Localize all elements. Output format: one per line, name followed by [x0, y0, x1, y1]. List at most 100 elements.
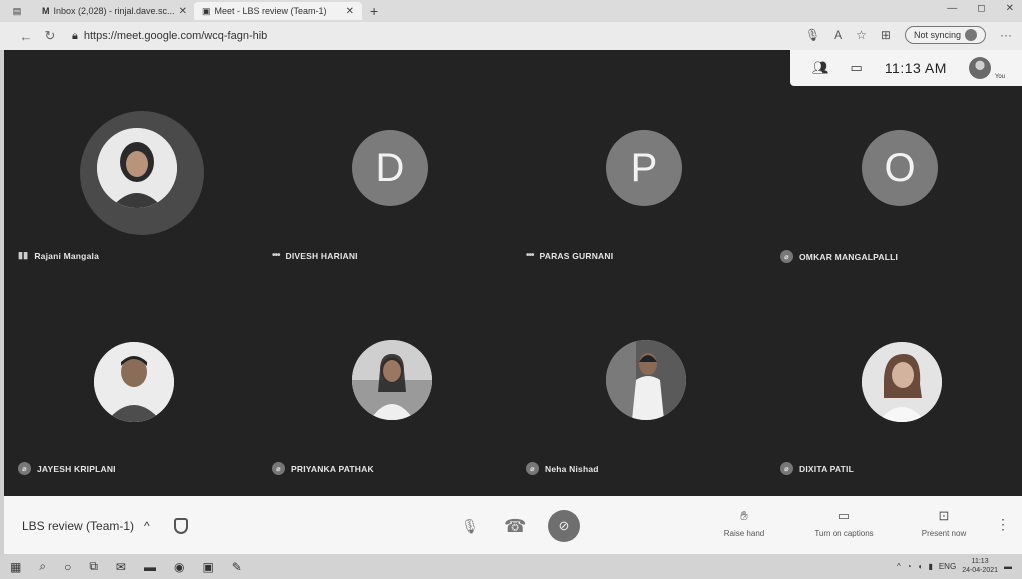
avatar	[352, 340, 432, 420]
tray-chevron-icon[interactable]: ^	[897, 562, 901, 571]
participant-name: PARAS GURNANI	[539, 250, 614, 261]
url-field[interactable]: 🔒︎ https://meet.google.com/wcq-fagn-hib	[72, 30, 267, 43]
avatar: D	[352, 130, 432, 210]
participant-photo	[862, 342, 942, 422]
windows-start-icon[interactable]: ▦	[10, 560, 21, 574]
battery-icon[interactable]: ▮	[928, 562, 932, 571]
avatar	[862, 342, 942, 422]
microphone-icon[interactable]: 🎙︎	[805, 28, 820, 42]
cortana-icon[interactable]: ○	[64, 560, 71, 574]
participant-tile[interactable]: P ••• PARAS GURNANI	[520, 50, 770, 270]
avatar-letter: O	[862, 130, 938, 206]
participant-name: OMKAR MANGALPALLI	[799, 251, 899, 262]
tab-actions-button[interactable]: ▤	[0, 2, 34, 20]
participant-name-row: ⌀ Neha Nishad	[526, 462, 599, 475]
participant-name-row: ••• PARAS GURNANI	[526, 250, 613, 261]
language-indicator[interactable]: ENG	[939, 562, 956, 571]
participant-photo	[352, 340, 432, 420]
minimize-icon[interactable]: —	[947, 3, 957, 14]
refresh-icon[interactable]: ↻	[38, 28, 62, 44]
more-options-icon[interactable]: ⋮	[996, 516, 1010, 533]
participant-name: DIXITA PATIL	[799, 463, 854, 474]
captions-button[interactable]: ▭ Turn on captions	[794, 508, 894, 538]
tab-label: Meet - LBS review (Team-1)	[214, 6, 327, 16]
profile-sync-button[interactable]: Not syncing	[904, 26, 986, 44]
participant-name-row: ⌀ PRIYANKA PATHAK	[272, 462, 374, 475]
participant-tile[interactable]: ⌀ Neha Nishad	[520, 262, 770, 482]
maximize-icon[interactable]: ◻	[977, 3, 985, 14]
participant-name-row: ••• DIVESH HARIANI	[272, 250, 358, 261]
close-window-icon[interactable]: ✕	[1006, 3, 1014, 14]
leave-call-icon[interactable]: ☎︎	[504, 516, 526, 537]
hand-icon: ✋︎	[740, 508, 748, 523]
participant-photo	[94, 342, 174, 422]
participant-tile[interactable]: O ⌀ OMKAR MANGALPALLI	[774, 50, 1022, 270]
mail-app-icon[interactable]: ✉	[116, 560, 126, 574]
participant-name: JAYESH KRIPLANI	[37, 463, 116, 474]
meeting-actions: ✋︎ Raise hand ▭ Turn on captions ⊡ Prese…	[694, 508, 994, 538]
camera-off-button[interactable]: ⊘	[548, 510, 580, 542]
avatar-letter: D	[352, 130, 428, 206]
paint-icon[interactable]: ✎	[232, 560, 242, 574]
participant-name-row: ⌀ DIXITA PATIL	[780, 462, 854, 475]
avatar-letter: P	[606, 130, 682, 206]
participant-name-row: ▮▮ Rajani Mangala	[18, 250, 99, 261]
favorite-icon[interactable]: ☆	[856, 28, 867, 42]
shield-icon[interactable]	[173, 518, 188, 534]
clock-time: 11:13	[971, 558, 989, 565]
profile-avatar	[965, 29, 977, 41]
participant-name-row: ⌀ JAYESH KRIPLANI	[18, 462, 116, 475]
file-explorer-icon[interactable]: ▬	[144, 560, 156, 574]
close-tab-icon[interactable]: ✕	[346, 6, 354, 17]
taskbar: ▦ ⌕ ○ ⧉ ✉ ▬ ◉ ▣ ✎ ^ ◔ ◖ ▮ ENG 11:13 24-0…	[0, 554, 1022, 579]
participant-photo	[97, 128, 177, 208]
meeting-details-button[interactable]: LBS review (Team-1) ^	[22, 518, 188, 534]
volume-icon[interactable]: ◖	[918, 562, 923, 571]
collections-icon[interactable]: ⊞	[881, 28, 891, 42]
browser-tab-strip: ▤ M Inbox (2,028) - rinjal.dave.sc... ✕ …	[0, 0, 1022, 22]
participant-name: Neha Nishad	[545, 463, 599, 474]
mic-off-icon: ⌀	[18, 462, 31, 475]
address-bar: ← ↻ 🔒︎ https://meet.google.com/wcq-fagn-…	[0, 22, 1022, 50]
clock-date: 24-04-2021	[962, 567, 998, 574]
close-tab-icon[interactable]: ✕	[179, 6, 187, 17]
mail-icon: M	[42, 6, 50, 16]
microphone-icon[interactable]: 🎙︎	[460, 518, 480, 535]
chrome-icon[interactable]: ◉	[174, 560, 184, 574]
url-text: https://meet.google.com/wcq-fagn-hib	[83, 30, 268, 42]
window-controls: — ◻ ✕	[947, 3, 1014, 14]
system-tray: ^ ◔ ◖ ▮ ENG 11:13 24-04-2021 ▬	[897, 557, 1012, 575]
participant-tile[interactable]: ⌀ DIXITA PATIL	[774, 262, 1022, 482]
meet-icon: ▣	[202, 5, 211, 16]
tab-inbox[interactable]: M Inbox (2,028) - rinjal.dave.sc... ✕	[34, 2, 194, 20]
read-aloud-icon[interactable]: A	[834, 28, 842, 42]
tab-meet[interactable]: ▣ Meet - LBS review (Team-1) ✕	[194, 2, 362, 20]
raise-hand-button[interactable]: ✋︎ Raise hand	[694, 508, 794, 538]
mic-off-icon: ⌀	[526, 462, 539, 475]
call-controls: 🎙︎ ☎︎ ⊘	[460, 510, 580, 542]
more-icon: •••	[526, 250, 534, 261]
more-icon: •••	[272, 250, 280, 261]
task-view-icon[interactable]: ⧉	[89, 559, 98, 574]
captions-icon: ▭	[837, 508, 851, 523]
office-icon[interactable]: ▣	[202, 560, 213, 574]
network-icon[interactable]: ◔	[907, 562, 912, 571]
avatar	[606, 340, 686, 420]
clock[interactable]: 11:13 24-04-2021	[962, 557, 998, 575]
participant-name: PRIYANKA PATHAK	[291, 463, 374, 474]
more-options-icon[interactable]: ···	[1000, 28, 1012, 42]
participant-tile[interactable]: ⌀ JAYESH KRIPLANI	[12, 262, 262, 482]
participant-tile[interactable]: D ••• DIVESH HARIANI	[266, 50, 516, 270]
search-icon[interactable]: ⌕	[39, 559, 46, 574]
participant-tile[interactable]: ▮▮ Rajani Mangala	[12, 50, 262, 270]
captions-label: Turn on captions	[814, 529, 874, 538]
back-icon[interactable]: ←	[14, 29, 38, 44]
avatar: P	[606, 130, 686, 210]
notifications-icon[interactable]: ▬	[1004, 562, 1012, 571]
new-tab-button[interactable]: +	[370, 3, 378, 19]
present-now-button[interactable]: ⊡ Present now	[894, 508, 994, 538]
meeting-name: LBS review (Team-1)	[22, 519, 135, 533]
participant-tile[interactable]: ⌀ PRIYANKA PATHAK	[266, 262, 516, 482]
present-icon: ⊡	[938, 508, 950, 523]
chevron-up-icon: ^	[144, 519, 150, 533]
